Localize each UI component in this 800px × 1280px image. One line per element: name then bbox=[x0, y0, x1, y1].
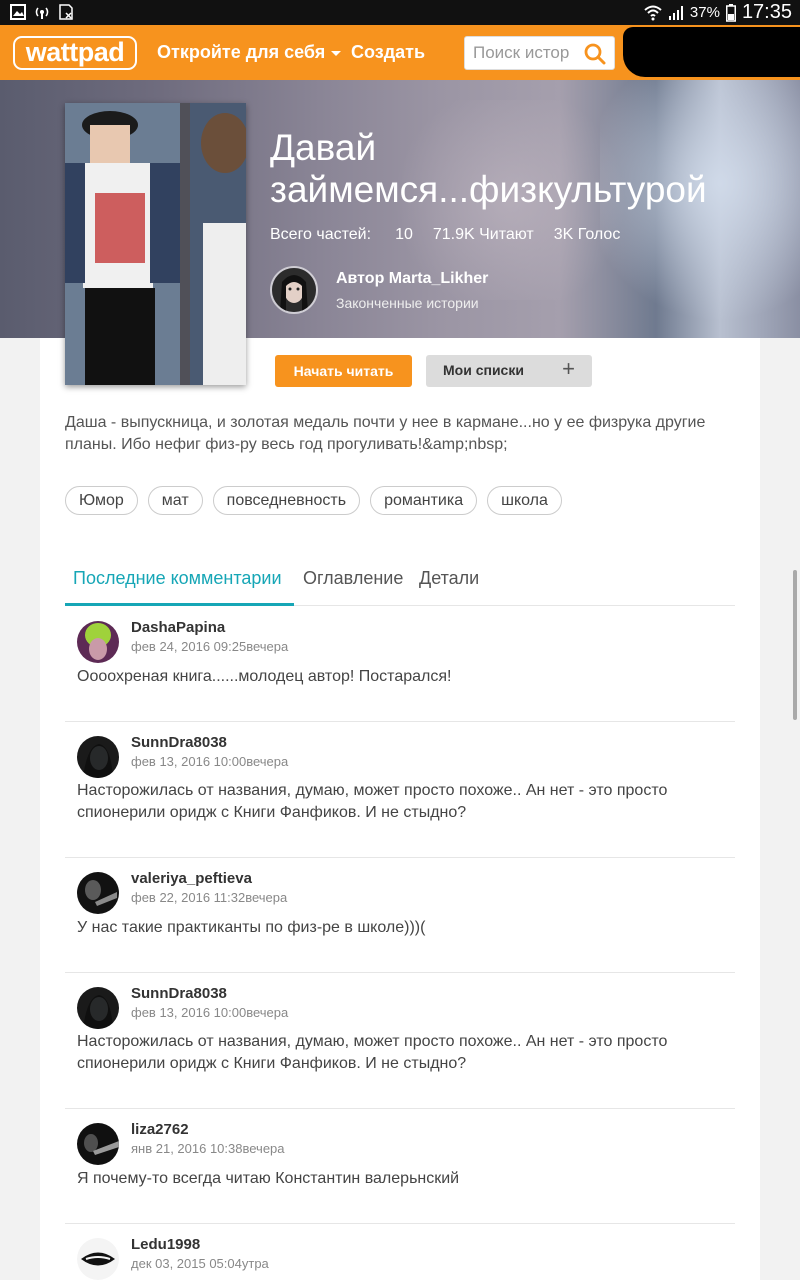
story-tabs: Последние комментарии Оглавление Детали bbox=[65, 555, 735, 606]
comment-date: дек 03, 2015 05:04утра bbox=[131, 1256, 269, 1271]
redacted-area bbox=[623, 27, 800, 77]
commenter-name[interactable]: SunnDra8038 bbox=[131, 985, 227, 1002]
author-avatar[interactable] bbox=[270, 266, 318, 314]
my-lists-label: Мои списки bbox=[443, 362, 524, 378]
comment-item: SunnDra8038 фев 13, 2016 10:00вечера Нас… bbox=[65, 722, 735, 858]
commenter-avatar[interactable] bbox=[77, 1238, 119, 1280]
discover-menu[interactable]: Откройте для себя bbox=[157, 42, 342, 63]
commenter-avatar[interactable] bbox=[77, 621, 119, 663]
tag-humor[interactable]: Юмор bbox=[65, 486, 138, 515]
parts-label: Всего частей: bbox=[270, 226, 372, 243]
tag-mat[interactable]: мат bbox=[147, 486, 203, 515]
comment-date: фев 13, 2016 10:00вечера bbox=[131, 1005, 289, 1020]
tag-school[interactable]: школа bbox=[487, 486, 562, 515]
story-status: Законченные истории bbox=[336, 295, 479, 311]
comment-item: Ledu1998 дек 03, 2015 05:04утра bbox=[65, 1224, 735, 1280]
comment-item: DashaPapina фев 24, 2016 09:25вечера Ооо… bbox=[65, 607, 735, 722]
battery-icon bbox=[725, 3, 736, 22]
commenter-name[interactable]: Ledu1998 bbox=[131, 1236, 200, 1253]
comment-text: Насторожилась от названия, думаю, может … bbox=[77, 782, 668, 821]
tab-table-of-contents[interactable]: Оглавление bbox=[303, 568, 403, 589]
commenter-avatar[interactable] bbox=[77, 872, 119, 914]
commenter-avatar[interactable] bbox=[77, 987, 119, 1029]
create-link[interactable]: Создать bbox=[351, 42, 425, 63]
search-input[interactable] bbox=[473, 42, 585, 64]
reads-count: 71.9K Читают bbox=[432, 226, 534, 243]
comment-text: Я почему-то всегда читаю Константин вале… bbox=[77, 1170, 460, 1187]
comment-date: янв 21, 2016 10:38вечера bbox=[131, 1141, 285, 1156]
tab-details[interactable]: Детали bbox=[419, 568, 479, 589]
comment-item: valeriya_peftieva фев 22, 2016 11:32вече… bbox=[65, 858, 735, 973]
wifi-icon bbox=[644, 5, 662, 20]
comment-date: фев 13, 2016 10:00вечера bbox=[131, 754, 289, 769]
gallery-icon bbox=[10, 4, 26, 20]
tag-romance[interactable]: романтика bbox=[370, 486, 478, 515]
my-lists-button[interactable]: Мои списки + bbox=[426, 355, 592, 387]
search-box bbox=[464, 36, 615, 70]
comment-text: Насторожилась от названия, думаю, может … bbox=[77, 1033, 668, 1072]
parts-count: 10 bbox=[395, 226, 413, 243]
search-icon[interactable] bbox=[584, 43, 606, 65]
comment-date: фев 22, 2016 11:32вечера bbox=[131, 890, 288, 905]
story-stats: Всего частей: 10 71.9K Читают 3K Голос bbox=[270, 226, 640, 244]
commenter-name[interactable]: liza2762 bbox=[131, 1121, 189, 1138]
comment-text: У нас такие практиканты по физ-ре в школ… bbox=[77, 919, 426, 936]
signal-icon bbox=[668, 5, 683, 20]
story-cover-image[interactable] bbox=[65, 103, 246, 385]
commenter-avatar[interactable] bbox=[77, 736, 119, 778]
comment-text: Оооохреная книга......молодец автор! Пос… bbox=[77, 668, 452, 685]
start-reading-button[interactable]: Начать читать bbox=[275, 355, 412, 387]
tag-everyday[interactable]: повседневность bbox=[212, 486, 361, 515]
author-name[interactable]: Автор Marta_Likher bbox=[336, 270, 488, 288]
commenter-avatar[interactable] bbox=[77, 1123, 119, 1165]
story-description: Даша - выпускница, и золотая медаль почт… bbox=[65, 414, 706, 453]
commenter-name[interactable]: DashaPapina bbox=[131, 619, 225, 636]
tab-recent-comments[interactable]: Последние комментарии bbox=[73, 568, 282, 589]
scrollbar[interactable] bbox=[793, 570, 797, 720]
clock: 17:35 bbox=[741, 1, 792, 23]
caret-down-icon bbox=[331, 50, 342, 56]
plus-icon: + bbox=[562, 356, 575, 381]
votes-count: 3K Голос bbox=[553, 226, 621, 243]
commenter-name[interactable]: SunnDra8038 bbox=[131, 734, 227, 751]
status-bar: 37% 17:35 bbox=[0, 0, 800, 25]
commenter-name[interactable]: valeriya_peftieva bbox=[131, 870, 252, 887]
hotspot-icon bbox=[35, 7, 49, 19]
discover-label: Откройте для себя bbox=[157, 42, 326, 62]
comment-item: SunnDra8038 фев 13, 2016 10:00вечера Нас… bbox=[65, 973, 735, 1109]
active-tab-indicator bbox=[65, 603, 294, 606]
tag-list: Юмор мат повседневность романтика школа bbox=[65, 486, 562, 515]
wattpad-logo[interactable]: wattpad bbox=[13, 36, 137, 70]
story-title: Давай займемся...физкультурой bbox=[270, 127, 707, 210]
comment-date: фев 24, 2016 09:25вечера bbox=[131, 639, 289, 654]
comment-item: liza2762 янв 21, 2016 10:38вечера Я поче… bbox=[65, 1109, 735, 1224]
battery-percent: 37% bbox=[689, 4, 720, 21]
no-sim-icon bbox=[59, 4, 73, 20]
